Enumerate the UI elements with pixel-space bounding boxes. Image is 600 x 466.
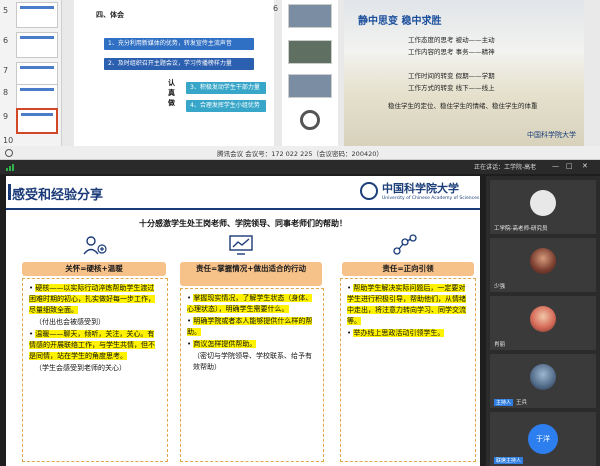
- column-box-responsibility: • 掌握现实情况，了解学生状态（身体、心理状态），明确学生需要什么。 • 明确学…: [180, 288, 324, 462]
- bullet-note: （付出也会被感受到）: [35, 318, 105, 326]
- speaking-indicator: 正在讲话：工学院-高老: [474, 164, 537, 171]
- slide-thumbnail[interactable]: [16, 84, 58, 110]
- bullet-item: • 明确学院或者本人能够提供什么样的帮助。: [187, 317, 313, 336]
- slide-side-label: 真: [168, 89, 175, 97]
- participant-tile[interactable]: 肖丽: [490, 296, 596, 350]
- slide-editor-left[interactable]: 四、体会 1、充分利用新媒体的优势，转发宣传主流声音 2、及时组织召开主题会议，…: [74, 0, 274, 146]
- avatar: [530, 306, 556, 332]
- ucas-logo: 中国科学院大学: [527, 131, 576, 139]
- logo-english-name: University of Chinese Academy of Science…: [382, 196, 480, 201]
- participant-name: 王兵: [516, 400, 528, 406]
- slide-section-title: 四、体会: [96, 11, 124, 19]
- slide-side-label: 认: [168, 79, 175, 87]
- slide-thumbnail-selected[interactable]: [16, 108, 58, 134]
- column-header-guidance: 责任=正向引领: [342, 262, 474, 276]
- slide-number: 7: [3, 66, 9, 75]
- bullet-item: • 帮助学生解决实际问题后，一定要对学生进行积极引导，帮助他们，从情绪中走出，将…: [347, 284, 466, 325]
- participant-tile[interactable]: 主持人 王兵: [490, 354, 596, 408]
- title-divider: [6, 208, 480, 210]
- slide-editor-right[interactable]: 静中思变 稳中求胜 工作态度的思考 被动——主动 工作内容的思考 事务——精神 …: [344, 0, 584, 146]
- participant-tile[interactable]: 工学院-高老师-研究员: [490, 180, 596, 234]
- slide-item-box: 2、及时组织召开主题会议，学习传播榜样力量: [104, 58, 254, 70]
- bullet-item: • 硬核——以实际行动淬炼帮助学生渡过困难时期的初心，扎实做好每一步工作，尽量细…: [29, 284, 155, 314]
- column-box-guidance: • 帮助学生解决实际问题后，一定要对学生进行积极引导，帮助他们，从情绪中走出，将…: [340, 278, 476, 462]
- shared-screen: 感受和经验分享 中国科学院大学 University of Chinese Ac…: [6, 176, 480, 466]
- column-header-responsibility: 责任=掌握情况+做出适合的行动: [180, 262, 322, 286]
- network-nodes-icon: [393, 234, 417, 255]
- slide-text-line: 工作时间的转变 假期——学期: [408, 72, 495, 80]
- participant-name: 少强: [494, 284, 506, 290]
- slide-number: 9: [3, 112, 9, 121]
- slide-title: 静中思变 稳中求胜: [358, 16, 442, 27]
- slide-photo: [288, 74, 332, 98]
- slide-item-box: 4、合理发挥学生小组优势: [186, 100, 266, 112]
- title-accent-bar: [8, 184, 11, 200]
- ucas-seal-icon: [360, 182, 378, 200]
- avatar: [530, 248, 556, 274]
- bullet-item: • 举办线上思政活动引领学生。: [347, 329, 445, 337]
- meeting-window: 腾讯会议 会议号：172 022 225（会议密码：200420） 正在讲话：工…: [0, 146, 600, 466]
- bullet-item: • 温暖——聊天，倾听，关注，关心。有情感的开展联络工作，与学生共情，但不是同情…: [29, 330, 155, 360]
- cohost-badge: 联席主持人: [494, 457, 524, 464]
- chart-monitor-icon: [229, 235, 253, 255]
- column-box-care: • 硬核——以实际行动淬炼帮助学生渡过困难时期的初心，扎实做好每一步工作，尽量细…: [22, 278, 168, 462]
- bullet-note: （密切与学院领导、学校联系、给予有效帮助）: [193, 352, 312, 371]
- network-signal-icon: [6, 163, 18, 171]
- logo-chinese-name: 中国科学院大学: [382, 182, 459, 195]
- slide-number: 6: [3, 36, 9, 45]
- slide-thumbnail[interactable]: [16, 2, 58, 28]
- slide-item-box: 3、积极发动学生干部力量: [186, 82, 266, 94]
- slide-text-line: 工作方式的转变 线下——线上: [408, 84, 495, 92]
- slide-photos-column: [282, 0, 338, 146]
- slide-side-label: 做: [168, 99, 175, 107]
- bullet-note: （学生会感受到老师的关心）: [35, 364, 126, 372]
- slide-number: 6: [273, 4, 279, 13]
- column-header-care: 关怀=硬核+温暖: [22, 262, 166, 276]
- slide-text-line: 稳住学生的定位、稳住学生的情绪、稳住学生的体重: [388, 102, 538, 110]
- host-badge: 主持人: [494, 399, 514, 406]
- slide-number: 8: [3, 88, 9, 97]
- powerpoint-window: 5 6 7 8 9 10 四、体会 1、充分利用新媒体的优势，转发宣传主流声音 …: [0, 0, 600, 146]
- magnifier-icon: [300, 110, 320, 130]
- avatar: [530, 364, 556, 390]
- close-button[interactable]: ✕: [582, 162, 588, 170]
- slide-item-box: 1、充分利用新媒体的优势，转发宣传主流声音: [104, 38, 254, 50]
- meeting-toolbar: 正在讲话：工学院-高老 — □ ✕: [0, 160, 600, 174]
- participant-name: 工学院-高老师-研究员: [494, 226, 548, 232]
- slide-number: 10: [3, 136, 14, 145]
- meeting-title: 腾讯会议 会议号：172 022 225（会议密码：200420）: [217, 150, 383, 158]
- avatar: [530, 190, 556, 216]
- slide-text-line: 工作内容的思考 事务——精神: [408, 48, 495, 56]
- participant-tile[interactable]: 少强: [490, 238, 596, 292]
- meeting-titlebar[interactable]: 腾讯会议 会议号：172 022 225（会议密码：200420）: [0, 146, 600, 160]
- thanks-heading: 十分感激学生处王岗老师、学院领导、同事老师们的帮助！: [139, 219, 347, 228]
- slide-photo: [288, 40, 332, 64]
- minimize-button[interactable]: —: [552, 162, 559, 170]
- shared-slide-title: 感受和经验分享: [12, 188, 104, 203]
- slide-photo: [288, 4, 332, 28]
- people-care-icon: [83, 236, 107, 255]
- bullet-item: • 商议怎样提供帮助。: [187, 340, 257, 348]
- participant-panel: 工学院-高老师-研究员 少强 肖丽 主持人 王兵 于洋 联席主持人: [486, 176, 600, 466]
- maximize-button[interactable]: □: [566, 162, 573, 170]
- slide-number: 5: [3, 6, 9, 15]
- slide-thumbnail[interactable]: [16, 32, 58, 58]
- slide-thumbnail-pane[interactable]: 5 6 7 8 9 10: [0, 0, 62, 146]
- ucas-logo: 中国科学院大学 University of Chinese Academy of…: [360, 180, 479, 206]
- bullet-item: • 掌握现实情况，了解学生状态（身体、心理状态），明确学生需要什么。: [187, 294, 313, 313]
- participant-tile[interactable]: 于洋 联席主持人: [490, 412, 596, 466]
- participant-initial-avatar: 于洋: [528, 424, 558, 454]
- participant-name: 肖丽: [494, 342, 506, 348]
- slide-text-line: 工作态度的思考 被动——主动: [408, 36, 495, 44]
